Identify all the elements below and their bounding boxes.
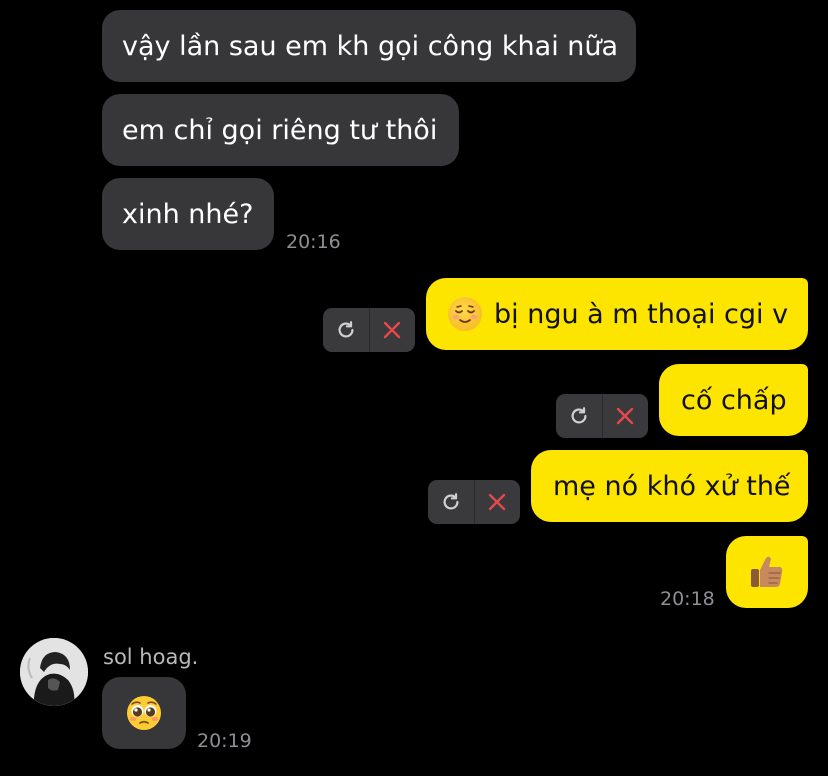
refresh-icon: [443, 493, 459, 510]
outgoing-message-bubble[interactable]: mẹ nó khó xử thế: [531, 450, 808, 522]
message-timestamp: 20:16: [286, 231, 341, 253]
sender-name: sol hoag.: [103, 645, 199, 669]
delete-button[interactable]: [475, 480, 521, 524]
outgoing-message-bubble[interactable]: bị ngu à m thoại cgi v: [426, 278, 808, 350]
message-text: mẹ nó khó xử thế: [553, 470, 791, 502]
incoming-message-bubble[interactable]: [102, 677, 186, 749]
message-text: vậy lần sau em kh gọi công khai nữa: [122, 30, 619, 62]
close-icon: [617, 407, 634, 425]
incoming-message-bubble[interactable]: vậy lần sau em kh gọi công khai nữa: [102, 10, 636, 82]
refresh-icon: [571, 407, 587, 424]
avatar[interactable]: [20, 638, 88, 706]
failed-send-controls: [556, 394, 648, 438]
message-text: xinh nhé?: [122, 198, 254, 230]
pleading-face-icon: [127, 696, 161, 730]
message-text: bị ngu à m thoại cgi v: [494, 298, 789, 330]
refresh-icon: [338, 321, 354, 338]
retry-button[interactable]: [556, 394, 603, 438]
message-timestamp: 20:18: [660, 588, 715, 610]
thumbs-up-icon: [751, 556, 783, 587]
message-timestamp: 20:19: [197, 730, 252, 752]
message-text: cố chấp: [681, 384, 787, 416]
delete-button[interactable]: [603, 394, 649, 438]
close-icon: [384, 321, 401, 339]
delete-button[interactable]: [370, 308, 416, 352]
relieved-face-icon: [448, 297, 482, 331]
failed-send-controls: [323, 308, 415, 352]
outgoing-message-bubble[interactable]: cố chấp: [659, 364, 808, 436]
retry-button[interactable]: [323, 308, 370, 352]
incoming-message-bubble[interactable]: xinh nhé?: [102, 178, 274, 250]
incoming-message-bubble[interactable]: em chỉ gọi riêng tư thôi: [102, 94, 459, 166]
message-text: em chỉ gọi riêng tư thôi: [122, 114, 438, 146]
failed-send-controls: [428, 480, 520, 524]
retry-button[interactable]: [428, 480, 475, 524]
close-icon: [489, 493, 506, 511]
outgoing-message-bubble[interactable]: [726, 536, 808, 608]
